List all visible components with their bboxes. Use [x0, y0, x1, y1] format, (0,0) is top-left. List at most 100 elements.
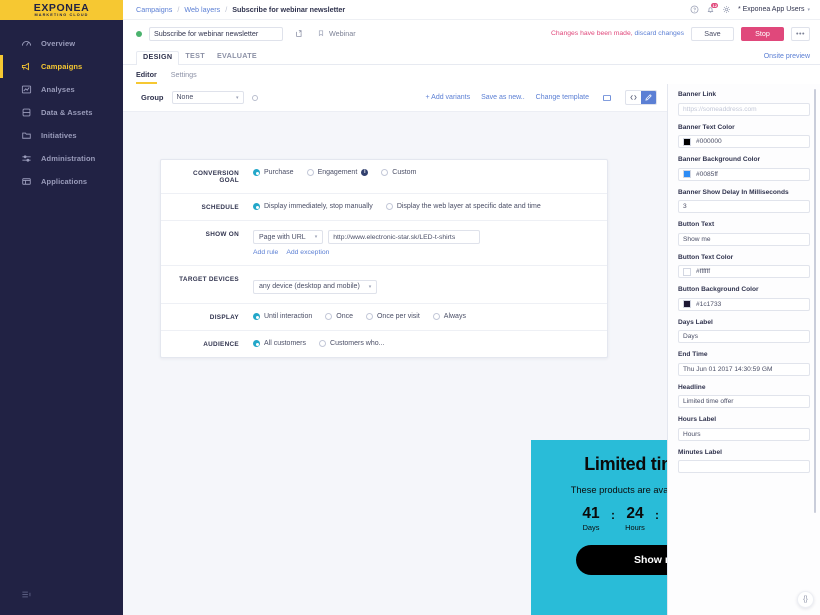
- more-options-button[interactable]: •••: [791, 26, 810, 41]
- color-swatch[interactable]: [683, 267, 691, 276]
- button-background-color-input[interactable]: #1c1733: [678, 297, 810, 311]
- stop-button[interactable]: Stop: [741, 26, 784, 41]
- subtab-settings[interactable]: Settings: [171, 65, 197, 84]
- banner-show-delay-input[interactable]: 3: [678, 200, 810, 213]
- change-template-link[interactable]: Change template: [536, 94, 589, 101]
- sidebar-collapse[interactable]: [0, 586, 123, 615]
- countdown-separator: :: [655, 508, 659, 522]
- target-devices-select[interactable]: any device (desktop and mobile) ▾: [253, 279, 378, 294]
- radio-once-per-visit[interactable]: Once per visit: [365, 312, 420, 320]
- radio-dot: [365, 312, 373, 320]
- radio-once[interactable]: Once: [325, 312, 353, 320]
- subtab-editor[interactable]: Editor: [136, 65, 157, 84]
- end-time-input[interactable]: Thu Jun 01 2017 14:30:59 GM: [678, 362, 810, 376]
- info-icon[interactable]: i: [361, 169, 369, 176]
- save-button[interactable]: Save: [691, 26, 734, 41]
- headline-input[interactable]: Limited time offer: [678, 395, 810, 408]
- campaign-tag[interactable]: Webinar: [317, 29, 356, 39]
- radio-purchase[interactable]: Purchase: [253, 169, 294, 176]
- field-label: Button Text Color: [678, 253, 734, 261]
- radio-dot: [381, 169, 389, 176]
- radio-custom[interactable]: Custom: [381, 169, 416, 176]
- banner-text-color-input[interactable]: #000000: [678, 135, 810, 148]
- tab-design[interactable]: DESIGN: [136, 51, 180, 65]
- user-menu-label: * Exponea App Users: [737, 6, 805, 13]
- sidebar-item-campaigns[interactable]: Campaigns: [0, 55, 123, 78]
- user-menu[interactable]: * Exponea App Users ▾: [738, 6, 810, 13]
- radio-engagement[interactable]: Engagement i: [306, 169, 369, 176]
- radio-label: Always: [443, 312, 466, 320]
- banner-link-input[interactable]: https://someaddress.com: [678, 102, 810, 116]
- top-bar: Campaigns / Web layers / Subscribe for w…: [123, 0, 820, 20]
- editor-toolbar-actions: + Add variants Save as new.. Change temp…: [426, 90, 657, 105]
- sidebar-item-applications[interactable]: Applications: [0, 170, 123, 193]
- show-on-url-input[interactable]: http://www.electronic-star.sk/LED-t-shir…: [328, 230, 481, 244]
- group-select-value: None: [176, 94, 194, 101]
- setting-row-audience: AUDIENCE All customers Customers who...: [161, 331, 607, 357]
- color-swatch[interactable]: [683, 137, 691, 146]
- radio-display-specific-date[interactable]: Display the web layer at specific date a…: [385, 203, 541, 210]
- desktop-icon[interactable]: [600, 91, 614, 105]
- sidebar-item-analyses[interactable]: Analyses: [0, 78, 123, 101]
- sidebar-item-label: Administration: [41, 154, 96, 163]
- sidebar-item-data-assets[interactable]: Data & Assets: [0, 101, 123, 124]
- properties-scrollbar[interactable]: [814, 89, 816, 513]
- days-label-input[interactable]: Days: [678, 330, 810, 343]
- changes-note-text: Changes have been made,: [550, 30, 633, 37]
- banner-preview: ✕ Limited time offer These products are …: [531, 440, 667, 615]
- field-label: Banner Background Color: [678, 156, 761, 163]
- canvas-column: Group None ▾ + Add variants Save as new.…: [123, 84, 667, 615]
- field-button-text-color: Button Text Color #ffffff: [678, 253, 810, 278]
- code-icon[interactable]: [626, 91, 641, 104]
- radio-customers-who[interactable]: Customers who...: [319, 339, 384, 347]
- chevron-down-icon: ▾: [368, 283, 372, 290]
- breadcrumb-campaigns[interactable]: Campaigns: [136, 5, 172, 14]
- radio-dot: [253, 203, 260, 210]
- discard-changes-link[interactable]: discard changes: [635, 30, 685, 37]
- question-circle-icon[interactable]: [690, 5, 699, 14]
- onsite-preview-link[interactable]: Onsite preview: [764, 53, 810, 64]
- sidebar-item-initiatives[interactable]: Initiatives: [0, 124, 123, 147]
- minutes-label-input[interactable]: [678, 460, 810, 473]
- sidebar-item-label: Data & Assets: [41, 108, 93, 117]
- campaign-name-input[interactable]: [149, 26, 283, 41]
- sidebar-item-overview[interactable]: Overview: [0, 32, 123, 55]
- save-as-new-link[interactable]: Save as new..: [481, 94, 525, 101]
- color-swatch[interactable]: [683, 170, 691, 178]
- pencil-icon[interactable]: [641, 91, 656, 104]
- radio-always[interactable]: Always: [432, 312, 466, 320]
- color-swatch[interactable]: [683, 300, 691, 308]
- top-bar-actions: 12 * Exponea App Users ▾: [690, 2, 810, 14]
- group-select[interactable]: None ▾: [171, 91, 244, 104]
- radio-all-customers[interactable]: All customers: [253, 339, 306, 347]
- target-devices-value: any device (desktop and mobile): [259, 283, 360, 290]
- breadcrumb-web-layers[interactable]: Web layers: [184, 5, 220, 14]
- sidebar-item-label: Applications: [41, 177, 88, 186]
- button-text-color-input[interactable]: #ffffff: [678, 265, 810, 278]
- sidebar-item-administration[interactable]: Administration: [0, 147, 123, 170]
- field-minutes-label: Minutes Label: [678, 449, 810, 473]
- add-exception-link[interactable]: Add exception: [286, 249, 329, 256]
- code-braces-button[interactable]: {}: [797, 591, 814, 608]
- banner-background-color-input[interactable]: #0085ff: [678, 167, 810, 181]
- add-variants-link[interactable]: + Add variants: [426, 94, 471, 101]
- audience-options: All customers Customers who...: [253, 339, 595, 347]
- radio-display-immediately[interactable]: Display immediately, stop manually: [253, 203, 373, 210]
- show-on-select[interactable]: Page with URL ▾: [253, 230, 324, 244]
- add-rule-link[interactable]: Add rule: [253, 249, 278, 256]
- field-label: Hours Label: [678, 416, 717, 423]
- gear-icon[interactable]: [722, 5, 731, 14]
- sidebar-nav: Overview Campaigns Analyses Data & Asset…: [0, 32, 123, 193]
- bell-icon[interactable]: 12: [706, 2, 718, 14]
- logo[interactable]: EXPONEA MARKETING CLOUD: [0, 0, 123, 20]
- hours-label-input[interactable]: Hours: [678, 427, 810, 441]
- banner-cta-button[interactable]: Show me: [575, 545, 667, 575]
- field-days-label: Days Label Days: [678, 319, 810, 343]
- sidebar-item-label: Analyses: [41, 85, 75, 94]
- tab-test[interactable]: TEST: [179, 51, 211, 64]
- tab-evaluate[interactable]: EVALUATE: [211, 51, 263, 64]
- radio-until-interaction[interactable]: Until interaction: [253, 312, 312, 320]
- duplicate-icon[interactable]: [295, 29, 304, 38]
- button-text-input[interactable]: Show me: [678, 232, 810, 246]
- setting-label: DISPLAY: [209, 313, 239, 321]
